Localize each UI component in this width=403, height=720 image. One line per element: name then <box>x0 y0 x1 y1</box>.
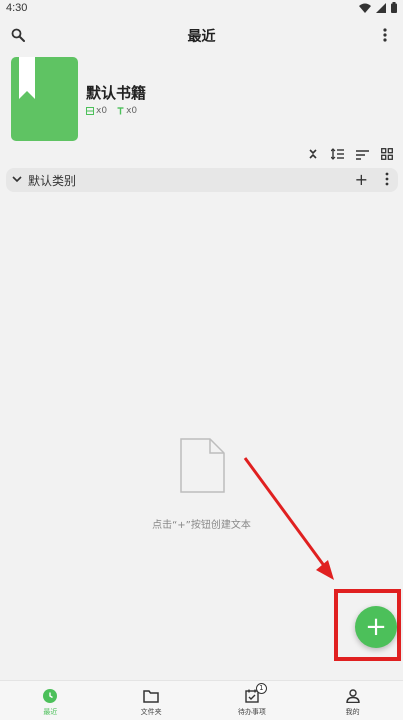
book-title[interactable]: 默认书籍 <box>86 82 146 103</box>
sort-button[interactable] <box>356 145 369 164</box>
grid-view-icon <box>381 148 393 160</box>
image-count-icon <box>86 107 94 115</box>
nav-item-todo[interactable]: 1 待办事项 <box>202 681 303 720</box>
collapse-icon <box>309 149 317 159</box>
chevron-down-icon[interactable] <box>12 173 22 185</box>
more-vert-icon[interactable] <box>385 172 389 186</box>
sort-order-button[interactable] <box>330 145 344 164</box>
nav-label-todo: 待办事项 <box>237 708 266 716</box>
nav-label-recent: 最近 <box>43 708 58 716</box>
text-count-stat: x0 <box>117 106 137 116</box>
nav-item-folders[interactable]: 文件夹 <box>101 681 202 720</box>
category-label: 默认类别 <box>28 174 77 188</box>
page-title: 最近 <box>187 29 216 45</box>
view-toolbar <box>307 145 393 164</box>
text-count: x0 <box>126 106 138 116</box>
status-bar: 4:30 <box>0 0 403 18</box>
folder-count: x0 <box>96 106 108 116</box>
person-icon <box>345 689 360 703</box>
status-icons <box>359 2 397 13</box>
todo-badge: 1 <box>255 683 267 694</box>
collapse-button[interactable] <box>307 145 319 164</box>
more-vert-icon <box>383 28 387 42</box>
grid-view-button[interactable] <box>381 145 393 164</box>
clock-icon <box>43 689 58 703</box>
folder-count-stat: x0 <box>86 106 107 116</box>
more-options-button[interactable] <box>378 27 392 43</box>
bookmark-icon <box>19 57 35 99</box>
add-text-fab[interactable]: + <box>355 606 397 648</box>
nav-label-me: 我的 <box>345 708 360 716</box>
sort-order-icon <box>330 148 344 160</box>
sort-icon <box>356 150 369 160</box>
wifi-icon <box>359 3 371 13</box>
bottom-navigation: 最近 文件夹 1 待办事项 我的 <box>0 680 403 720</box>
nav-item-me[interactable]: 我的 <box>302 681 403 720</box>
book-cover[interactable] <box>11 57 78 141</box>
category-header[interactable]: 默认类别 + <box>6 168 398 192</box>
book-stats: x0 x0 <box>86 106 137 116</box>
add-category-item-button[interactable]: + <box>355 170 368 189</box>
folder-icon <box>143 689 159 703</box>
text-count-icon <box>117 107 124 115</box>
empty-state-message: 点击“+”按钮创建文本 <box>152 520 251 531</box>
signal-icon <box>376 2 386 13</box>
nav-item-recent[interactable]: 最近 <box>0 681 101 720</box>
nav-label-folders: 文件夹 <box>140 708 162 716</box>
battery-icon <box>391 2 397 13</box>
top-app-bar: 最近 <box>0 20 403 52</box>
status-time: 4:30 <box>6 2 28 14</box>
empty-file-icon <box>180 438 225 493</box>
